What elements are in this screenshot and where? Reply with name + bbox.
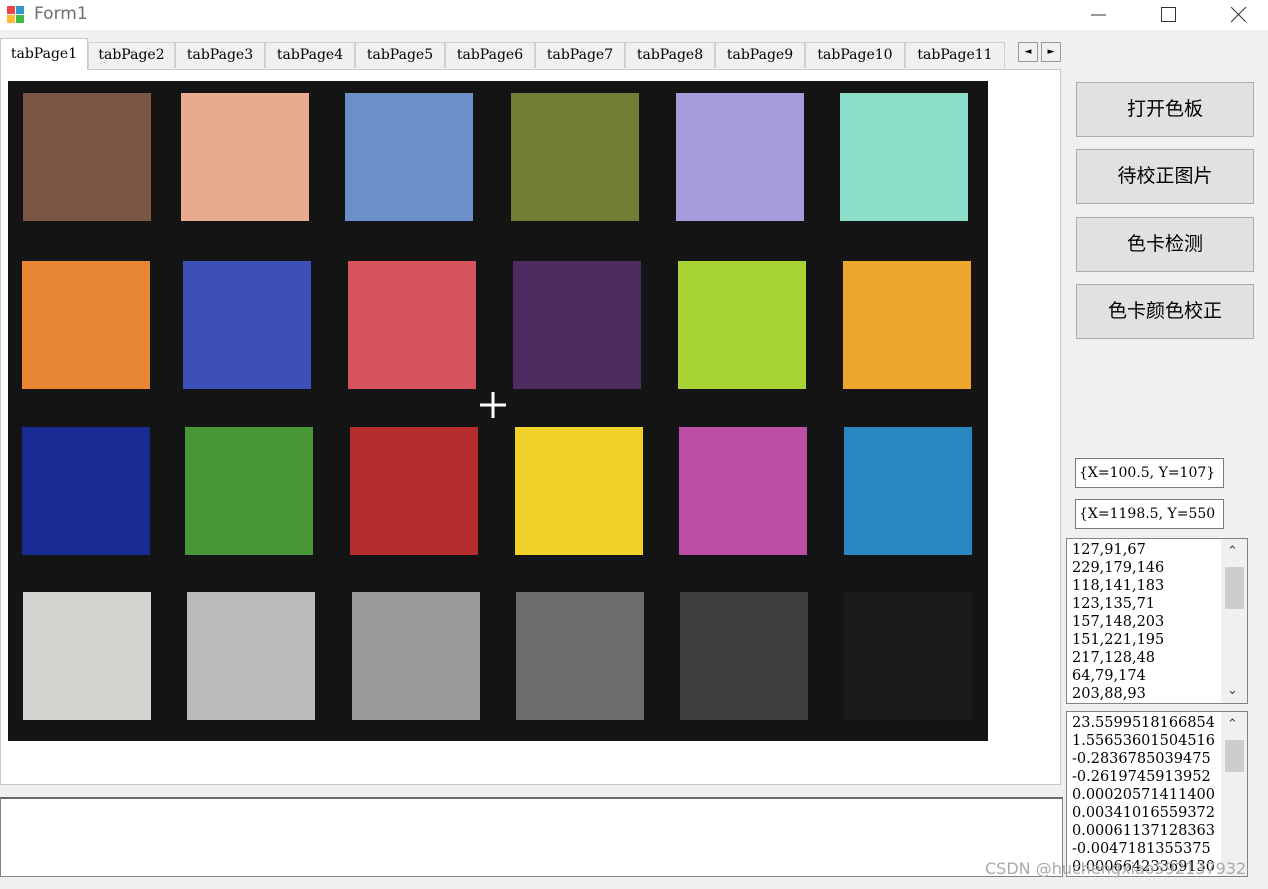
list-item[interactable]: 23.5599518166854 bbox=[1072, 714, 1222, 732]
list-item[interactable]: 0.00020571411400 bbox=[1072, 786, 1222, 804]
tab-page-2[interactable]: tabPage2 bbox=[88, 42, 175, 68]
color-patch bbox=[345, 93, 473, 221]
tab-page-6[interactable]: tabPage6 bbox=[445, 42, 535, 68]
list-item[interactable]: 64,79,174 bbox=[1072, 667, 1222, 685]
point2-coordinate-field[interactable]: {X=1198.5, Y=550 bbox=[1075, 499, 1224, 529]
color-patch bbox=[183, 261, 311, 389]
coefficient-list-scrollbar[interactable]: ⌃ bbox=[1221, 712, 1247, 876]
image-to-correct-button[interactable]: 待校正图片 bbox=[1076, 149, 1254, 204]
color-patch bbox=[515, 427, 643, 555]
color-patch bbox=[352, 592, 480, 720]
color-patch bbox=[22, 427, 150, 555]
tab-page-11[interactable]: tabPage11 bbox=[905, 42, 1005, 68]
window-title: Form1 bbox=[34, 4, 88, 24]
tab-page-1[interactable]: tabPage1 bbox=[0, 38, 88, 70]
color-patch bbox=[843, 261, 971, 389]
tab-page-10[interactable]: tabPage10 bbox=[805, 42, 905, 68]
rgb-list-scrollbar[interactable]: ⌃ ⌄ bbox=[1221, 539, 1247, 703]
crosshair-icon bbox=[480, 392, 506, 418]
scroll-up-icon[interactable]: ⌃ bbox=[1227, 544, 1238, 559]
scroll-thumb[interactable] bbox=[1225, 567, 1244, 609]
minimize-icon bbox=[1091, 14, 1106, 16]
minimize-button[interactable] bbox=[1064, 0, 1134, 30]
color-patch bbox=[23, 93, 151, 221]
tab-page-3[interactable]: tabPage3 bbox=[175, 42, 265, 68]
color-patch bbox=[187, 592, 315, 720]
list-item[interactable]: -0.2836785039475 bbox=[1072, 750, 1222, 768]
list-item[interactable]: 0.00061137128363 bbox=[1072, 822, 1222, 840]
color-patch bbox=[840, 93, 968, 221]
color-patch bbox=[680, 592, 808, 720]
title-bar: Form1 bbox=[0, 0, 1268, 30]
tab-page-9[interactable]: tabPage9 bbox=[715, 42, 805, 68]
list-item[interactable]: 118,141,183 bbox=[1072, 577, 1222, 595]
list-item[interactable]: 157,148,203 bbox=[1072, 613, 1222, 631]
maximize-icon bbox=[1161, 7, 1176, 22]
tab-page-5[interactable]: tabPage5 bbox=[355, 42, 445, 68]
color-patch bbox=[23, 592, 151, 720]
color-patch bbox=[513, 261, 641, 389]
color-patch bbox=[22, 261, 150, 389]
scroll-down-icon[interactable]: ⌄ bbox=[1227, 683, 1238, 698]
color-patch bbox=[185, 427, 313, 555]
scroll-up-icon[interactable]: ⌃ bbox=[1227, 717, 1238, 732]
list-item[interactable]: 123,135,71 bbox=[1072, 595, 1222, 613]
list-item[interactable]: 1.55653601504516 bbox=[1072, 732, 1222, 750]
tab-strip: tabPage1 tabPage2 tabPage3 tabPage4 tabP… bbox=[0, 38, 1064, 70]
color-patch bbox=[679, 427, 807, 555]
app-icon bbox=[7, 6, 25, 24]
color-patch bbox=[511, 93, 639, 221]
watermark: CSDN @huchengxiao592137932 bbox=[985, 859, 1247, 878]
color-patch bbox=[516, 592, 644, 720]
maximize-button[interactable] bbox=[1134, 0, 1204, 30]
tab-page-7[interactable]: tabPage7 bbox=[535, 42, 625, 68]
color-patch bbox=[181, 93, 309, 221]
rgb-listbox[interactable]: 127,91,67 229,179,146 118,141,183 123,13… bbox=[1066, 538, 1248, 704]
close-button[interactable] bbox=[1204, 0, 1268, 30]
output-textbox[interactable] bbox=[0, 797, 1063, 877]
list-item[interactable]: 203,88,93 bbox=[1072, 685, 1222, 703]
tab-page-4[interactable]: tabPage4 bbox=[265, 42, 355, 68]
color-patch bbox=[844, 427, 972, 555]
list-item[interactable]: -0.2619745913952 bbox=[1072, 768, 1222, 786]
point1-coordinate-field[interactable]: {X=100.5, Y=107} bbox=[1075, 458, 1224, 488]
list-item[interactable]: 151,221,195 bbox=[1072, 631, 1222, 649]
color-patch bbox=[678, 261, 806, 389]
color-patch bbox=[348, 261, 476, 389]
list-item[interactable]: 229,179,146 bbox=[1072, 559, 1222, 577]
coefficient-listbox[interactable]: 23.5599518166854 1.55653601504516 -0.283… bbox=[1066, 711, 1248, 877]
list-item[interactable]: 217,128,48 bbox=[1072, 649, 1222, 667]
card-color-correct-button[interactable]: 色卡颜色校正 bbox=[1076, 284, 1254, 339]
list-item[interactable]: 127,91,67 bbox=[1072, 541, 1222, 559]
close-icon bbox=[1231, 7, 1247, 23]
color-patch bbox=[676, 93, 804, 221]
scroll-thumb[interactable] bbox=[1225, 740, 1244, 772]
open-palette-button[interactable]: 打开色板 bbox=[1076, 82, 1254, 137]
card-detect-button[interactable]: 色卡检测 bbox=[1076, 217, 1254, 272]
tab-scroll-right-button[interactable]: ► bbox=[1041, 42, 1061, 62]
color-patch bbox=[350, 427, 478, 555]
list-item[interactable]: -0.0047181355375 bbox=[1072, 840, 1222, 858]
list-item[interactable]: 0.00341016559372 bbox=[1072, 804, 1222, 822]
tab-scroll-left-button[interactable]: ◄ bbox=[1018, 42, 1038, 62]
tab-page-8[interactable]: tabPage8 bbox=[625, 42, 715, 68]
color-patch bbox=[844, 592, 972, 720]
